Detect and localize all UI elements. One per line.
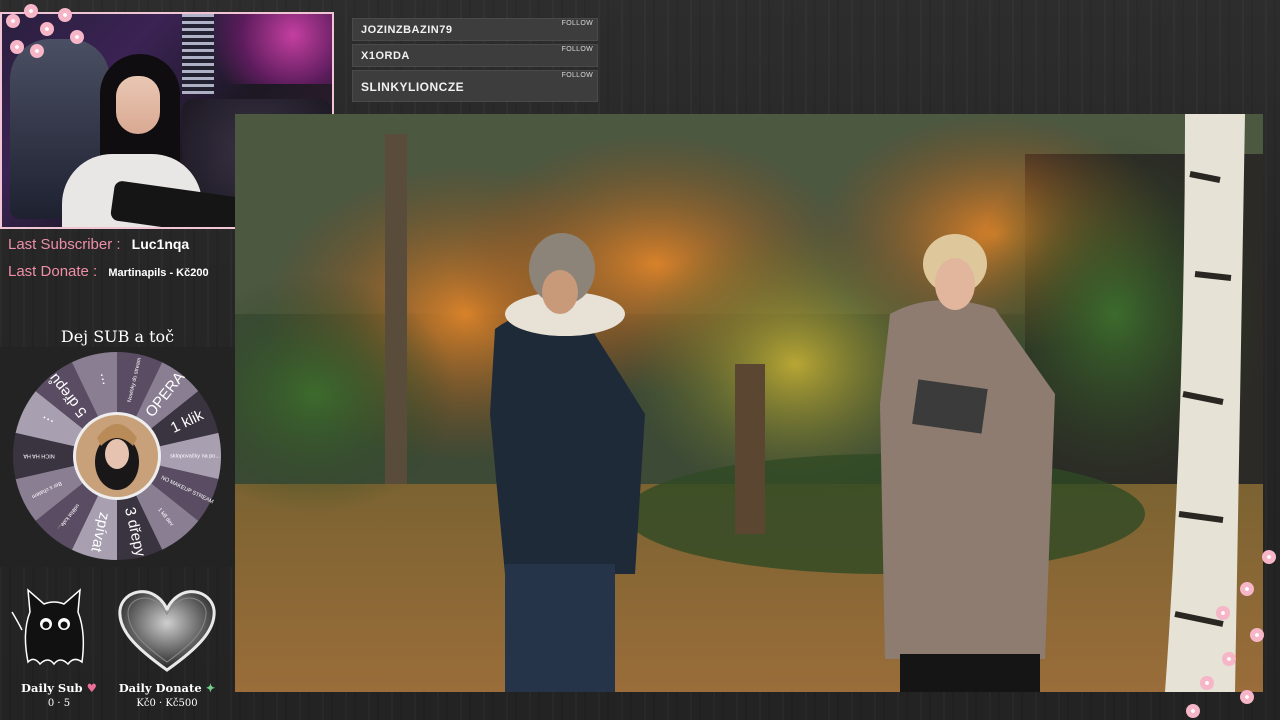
follow-tag: FOLLOW <box>561 46 593 53</box>
follow-tag: FOLLOW <box>561 20 593 27</box>
last-subscriber-label: Last Subscriber : <box>8 236 121 253</box>
heart-meter-icon <box>118 590 216 672</box>
follow-tag: FOLLOW <box>561 72 593 79</box>
follower-name: X1ORDA <box>361 50 410 62</box>
daily-donate-value: Kč0 · Kč500 <box>136 698 198 709</box>
follower-row: X1ORDA FOLLOW <box>352 44 598 67</box>
follower-name: SLINKYLIONCZE <box>361 80 465 94</box>
streamer-figure <box>62 54 245 227</box>
recent-followers-list: JOZINZBAZIN79 FOLLOW X1ORDA FOLLOW SLINK… <box>352 18 598 105</box>
daily-sub: Daily Sub ♥ 0 · 5 <box>0 677 118 709</box>
daily-donate: Daily Donate ✦ Kč0 · Kč500 <box>108 677 226 709</box>
last-subscriber: Last Subscriber : Luc1nqa <box>8 234 189 253</box>
wheel-segment-label: sklopovačky na po... <box>170 453 220 459</box>
daily-sub-value: 0 · 5 <box>47 698 71 709</box>
last-donate-value: Martinapils - Kč200 <box>108 267 209 279</box>
spin-wheel: Novinky do stream OPERA1 kliksklopovačky … <box>13 352 221 560</box>
follower-name: JOZINZBAZIN79 <box>361 24 453 36</box>
daily-donate-label: Daily Donate <box>118 681 202 695</box>
follower-row: SLINKYLIONCZE FOLLOW <box>352 70 598 102</box>
last-donate-label: Last Donate : <box>8 263 98 280</box>
follower-row: JOZINZBAZIN79 FOLLOW <box>352 18 598 41</box>
wheel-segment-label: NICH HA HA <box>23 453 55 459</box>
stream-video <box>235 114 1263 692</box>
ghost-cat-icon <box>11 588 85 666</box>
daily-sub-label: Daily Sub <box>21 681 83 695</box>
money-icon: ✦ <box>201 681 216 695</box>
last-donate: Last Donate : Martinapils - Kč200 <box>8 261 209 280</box>
last-subscriber-value: Luc1nqa <box>131 236 190 252</box>
wheel-title: Dej SUB a toč <box>60 327 175 346</box>
heart-icon: ♥ <box>82 681 97 695</box>
